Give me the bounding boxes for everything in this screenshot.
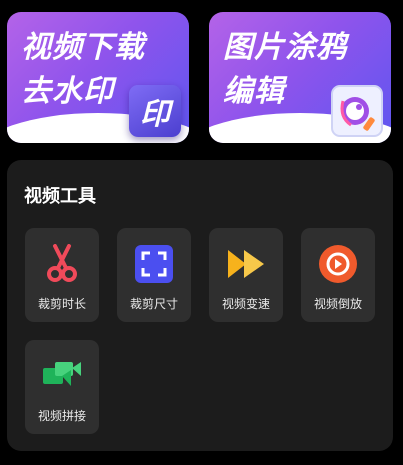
- tool-label: 视频变速: [221, 297, 270, 311]
- scissors-icon: [42, 244, 82, 284]
- banner-title-line1: 图片涂鸦: [223, 30, 347, 65]
- banner-title-line1: 视频下载: [21, 30, 145, 65]
- panel-title: 视频工具: [24, 186, 96, 207]
- reverse-play-icon: [318, 244, 358, 284]
- tool-video-speed[interactable]: 视频变速: [209, 228, 283, 322]
- tool-video-merge[interactable]: 视频拼接: [25, 340, 99, 434]
- tool-label: 视频拼接: [37, 409, 86, 423]
- tool-label: 视频倒放: [313, 297, 362, 311]
- stamp-icon: 印: [129, 85, 181, 137]
- stamp-icon-text: 印: [140, 97, 170, 132]
- video-tools-panel: 视频工具 裁剪时长 裁剪尺寸 视频变速 视频倒放 视频拼接: [7, 160, 393, 451]
- tool-cut-duration[interactable]: 裁剪时长: [25, 228, 99, 322]
- video-download-watermark-banner[interactable]: 视频下载 去水印 印: [7, 12, 189, 143]
- tool-label: 裁剪尺寸: [129, 297, 178, 311]
- video-merge-icon: [42, 356, 82, 396]
- tool-video-reverse[interactable]: 视频倒放: [301, 228, 375, 322]
- tool-crop-size[interactable]: 裁剪尺寸: [117, 228, 191, 322]
- crop-frame-icon: [134, 244, 174, 284]
- fast-forward-icon: [226, 244, 266, 284]
- image-doodle-edit-banner[interactable]: 图片涂鸦 编辑: [209, 12, 391, 143]
- tool-label: 裁剪时长: [37, 297, 86, 311]
- paint-brush-icon: [331, 85, 383, 137]
